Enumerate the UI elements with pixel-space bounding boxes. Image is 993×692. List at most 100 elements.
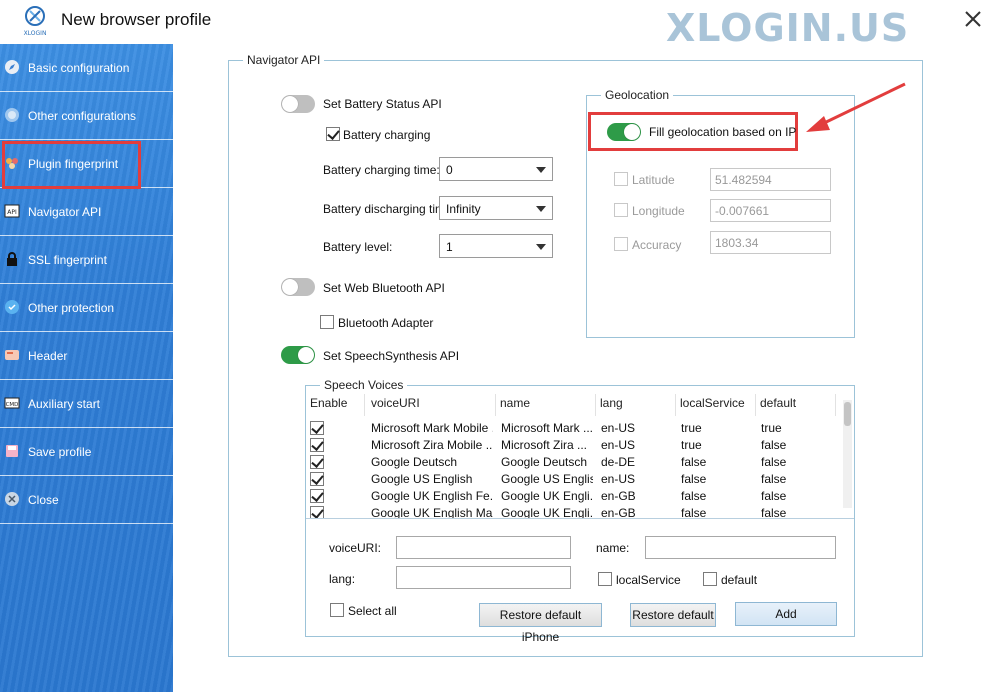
sidebar-item-auxiliary-start[interactable]: CMD Auxiliary start	[0, 380, 173, 428]
latitude-checkbox[interactable]	[614, 172, 628, 186]
column-header-voiceuri: voiceURI	[371, 396, 420, 410]
column-header-lang: lang	[600, 396, 623, 410]
default-cell: false	[761, 472, 787, 486]
table-row[interactable]: Microsoft Zira Mobile ... Microsoft Zira…	[306, 437, 842, 454]
voiceuri-cell: Google Deutsch	[371, 455, 458, 469]
battery-level-label: Battery level:	[323, 240, 393, 254]
sidebar-item-save-profile[interactable]: Save profile	[0, 428, 173, 476]
window-title: New browser profile	[61, 10, 212, 29]
table-row[interactable]: Google US English Google US English en-U…	[306, 471, 842, 488]
default-cell: true	[761, 421, 782, 435]
localservice-label: localService	[616, 573, 681, 587]
column-header-name: name	[500, 396, 531, 410]
sidebar-item-other-protection[interactable]: Other protection	[0, 284, 173, 332]
longitude-field[interactable]	[710, 199, 831, 222]
charging-time-label: Battery charging time:	[323, 163, 440, 177]
svg-text:CMD: CMD	[6, 402, 19, 408]
xlogin-logo-icon: XLOGIN	[24, 6, 46, 37]
sidebar-item-close[interactable]: Close	[0, 476, 173, 524]
enable-checkbox[interactable]	[310, 421, 324, 435]
navigator-api-legend: Navigator API	[243, 53, 325, 67]
voiceuri-field[interactable]	[396, 536, 571, 559]
charging-time-select[interactable]: 0	[439, 157, 553, 181]
name-cell: Microsoft Zira ...	[501, 438, 588, 452]
close-window-icon[interactable]	[962, 8, 984, 30]
lang-field[interactable]	[396, 566, 571, 589]
speech-voices-legend: Speech Voices	[320, 378, 408, 392]
discharging-time-select[interactable]: Infinity	[439, 196, 553, 220]
select-all-checkbox[interactable]	[330, 603, 344, 617]
column-header-enable: Enable	[310, 396, 348, 410]
default-label: default	[721, 573, 758, 587]
battery-charging-checkbox[interactable]	[326, 127, 340, 141]
table-row[interactable]: Google UK English Fe... Google UK Engli.…	[306, 488, 842, 505]
sidebar-item-label: Auxiliary start	[28, 397, 101, 411]
lang-label: lang:	[329, 572, 356, 586]
speech-synthesis-label: Set SpeechSynthesis API	[323, 349, 460, 363]
localservice-cell: false	[681, 472, 707, 486]
localservice-cell: true	[681, 421, 702, 435]
sidebar-item-label: Save profile	[28, 445, 92, 459]
discharging-time-value: Infinity	[446, 202, 481, 216]
longitude-label: Longitude	[632, 204, 685, 218]
sidebar-item-label: Header	[28, 349, 68, 363]
sidebar-item-label: Other configurations	[28, 109, 137, 123]
web-bluetooth-toggle[interactable]	[281, 278, 315, 296]
localservice-checkbox[interactable]	[598, 572, 612, 586]
name-label: name:	[596, 541, 630, 555]
default-cell: false	[761, 438, 787, 452]
sidebar-item-header[interactable]: Header	[0, 332, 173, 380]
browser-profile-window: XLOGIN New browser profile XLOGIN.US Bas…	[0, 0, 993, 692]
default-checkbox[interactable]	[703, 572, 717, 586]
voices-scrollbar[interactable]	[843, 400, 852, 508]
default-cell: false	[761, 455, 787, 469]
lock-icon	[7, 252, 17, 266]
battery-status-toggle[interactable]	[281, 95, 315, 113]
localservice-cell: true	[681, 438, 702, 452]
voices-table: Enable voiceURI name lang localService d…	[306, 392, 854, 519]
add-voice-button[interactable]: Add	[735, 602, 837, 626]
table-row[interactable]: Google UK English Male Google UK Engli..…	[306, 505, 842, 519]
chevron-down-icon	[536, 167, 546, 173]
speech-synthesis-toggle[interactable]	[281, 346, 315, 364]
enable-checkbox[interactable]	[310, 438, 324, 452]
name-cell: Google US English	[501, 472, 593, 486]
sidebar-item-basic-configuration[interactable]: Basic configuration	[0, 44, 173, 92]
sidebar-item-navigator-api[interactable]: API Navigator API	[0, 188, 173, 236]
column-header-localservice: localService	[680, 396, 745, 410]
sidebar-item-ssl-fingerprint[interactable]: SSL fingerprint	[0, 236, 173, 284]
voiceuri-cell: Google US English	[371, 472, 473, 486]
restore-default-iphone-button[interactable]: Restore default iPhone	[479, 603, 602, 644]
accuracy-checkbox[interactable]	[614, 237, 628, 251]
battery-charging-label: Battery charging	[343, 128, 431, 142]
column-header-default: default	[760, 396, 797, 410]
puzzle-icon	[5, 108, 19, 122]
localservice-cell: false	[681, 455, 707, 469]
enable-checkbox[interactable]	[310, 489, 324, 503]
sidebar-item-other-configurations[interactable]: Other configurations	[0, 92, 173, 140]
sidebar-item-label: Close	[28, 493, 59, 507]
discharging-time-label: Battery discharging time	[323, 202, 452, 216]
battery-level-select[interactable]: 1	[439, 234, 553, 258]
lang-cell: en-US	[601, 472, 636, 486]
restore-default-button[interactable]: Restore default	[630, 603, 716, 627]
accuracy-field[interactable]	[710, 231, 831, 254]
close-icon	[5, 492, 19, 506]
bluetooth-adapter-checkbox[interactable]	[320, 315, 334, 329]
fill-geolocation-label: Fill geolocation based on IP	[649, 125, 797, 139]
enable-checkbox[interactable]	[310, 472, 324, 486]
name-field[interactable]	[645, 536, 836, 559]
longitude-checkbox[interactable]	[614, 203, 628, 217]
chevron-down-icon	[536, 244, 546, 250]
name-cell: Google Deutsch	[501, 455, 588, 469]
select-all-label: Select all	[348, 604, 397, 618]
annotation-arrow-icon	[806, 82, 906, 132]
table-row[interactable]: Microsoft Mark Mobile ... Microsoft Mark…	[306, 420, 842, 437]
name-cell: Microsoft Mark ...	[501, 421, 593, 435]
enable-checkbox[interactable]	[310, 455, 324, 469]
table-row[interactable]: Google Deutsch Google Deutsch de-DE fals…	[306, 454, 842, 471]
latitude-field[interactable]	[710, 168, 831, 191]
cmd-icon: CMD	[4, 397, 20, 409]
fill-geolocation-toggle[interactable]	[607, 123, 641, 141]
name-cell: Google UK Engli...	[501, 489, 593, 503]
